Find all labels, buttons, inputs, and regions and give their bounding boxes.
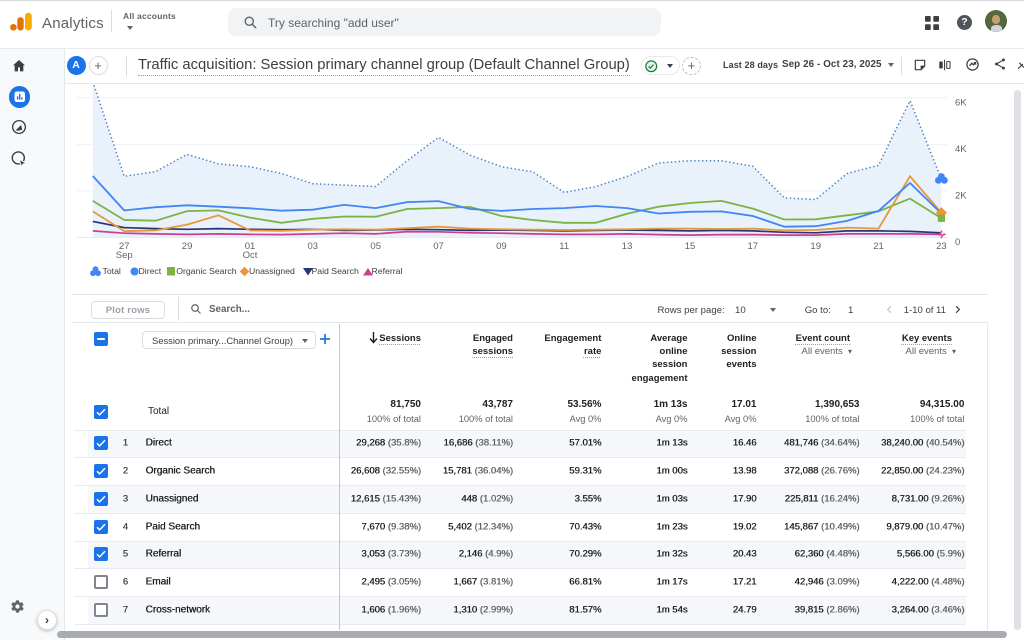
- svg-text:Sep: Sep: [116, 250, 133, 261]
- svg-text:Oct: Oct: [243, 250, 258, 261]
- svg-text:05: 05: [370, 241, 381, 252]
- svg-text:29: 29: [182, 241, 193, 252]
- svg-text:21: 21: [873, 241, 884, 252]
- svg-text:6K: 6K: [955, 98, 967, 109]
- svg-text:19: 19: [810, 241, 821, 252]
- svg-text:07: 07: [433, 241, 444, 252]
- svg-text:09: 09: [496, 241, 507, 252]
- svg-text:0: 0: [955, 237, 960, 248]
- svg-text:13: 13: [622, 241, 633, 252]
- svg-text:17: 17: [748, 241, 759, 252]
- svg-text:11: 11: [559, 241, 569, 252]
- svg-text:4K: 4K: [955, 144, 967, 155]
- svg-text:15: 15: [685, 241, 696, 252]
- svg-text:2K: 2K: [955, 191, 967, 202]
- svg-text:23: 23: [936, 241, 947, 252]
- svg-text:03: 03: [308, 241, 319, 252]
